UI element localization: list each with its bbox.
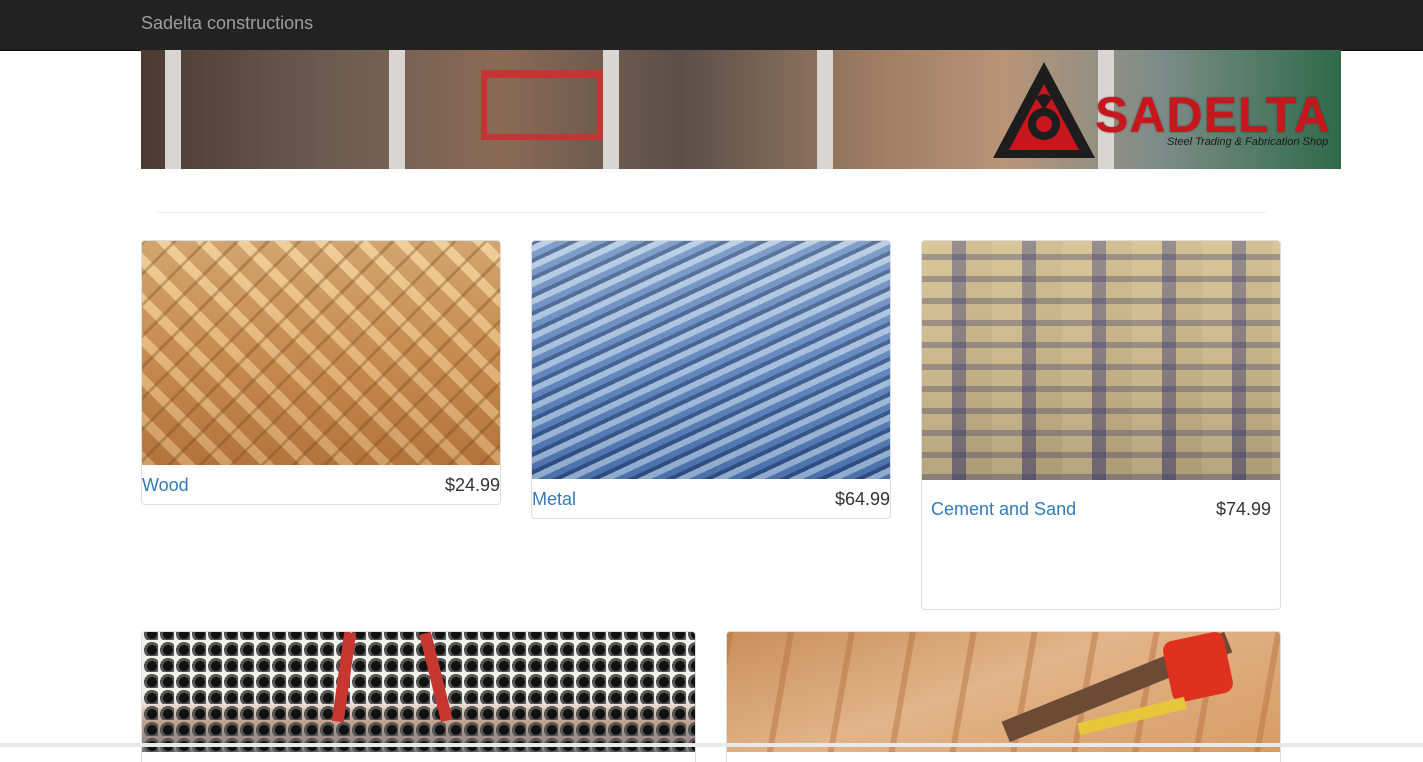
product-card-wood[interactable]: Wood $24.99: [141, 240, 501, 505]
product-title-link[interactable]: Metal: [532, 489, 576, 510]
steel-rebar-image[interactable]: [532, 241, 890, 479]
stacked-timber-image[interactable]: [142, 241, 500, 465]
product-price: $24.99: [444, 475, 500, 495]
product-title-link[interactable]: Wood: [142, 475, 189, 496]
top-navbar: Sadelta constructions: [0, 0, 1423, 51]
horizontal-scrollbar[interactable]: [0, 743, 1423, 747]
banner-shelf-post: [603, 50, 619, 169]
section-divider: [156, 212, 1266, 213]
steel-pipes-crane-image[interactable]: [142, 632, 695, 752]
product-price: $64.99: [834, 489, 890, 509]
product-card-metal[interactable]: Metal $64.99: [531, 240, 891, 519]
tape-measure-shape: [1161, 632, 1235, 704]
banner-shelf-post: [389, 50, 405, 169]
logo-wordmark: SADELTA: [1095, 87, 1331, 143]
logo-tagline: Steel Trading & Fabrication Shop: [1167, 136, 1329, 148]
cement-bags-image[interactable]: [922, 241, 1280, 480]
sadelta-logo: SADELTA Steel Trading & Fabrication Shop: [989, 58, 1339, 162]
hero-banner: SADELTA Steel Trading & Fabrication Shop: [141, 50, 1341, 169]
banner-shelf-post: [165, 50, 181, 169]
product-card-cement[interactable]: Cement and Sand $74.99: [921, 240, 1281, 610]
banner-red-rack: [481, 70, 603, 140]
banner-shelf-post: [817, 50, 833, 169]
product-title-link[interactable]: Cement and Sand: [931, 499, 1076, 520]
navbar-brand[interactable]: Sadelta constructions: [141, 13, 313, 34]
delta-triangle-icon: [993, 62, 1095, 158]
product-price: $74.99: [1215, 499, 1271, 519]
